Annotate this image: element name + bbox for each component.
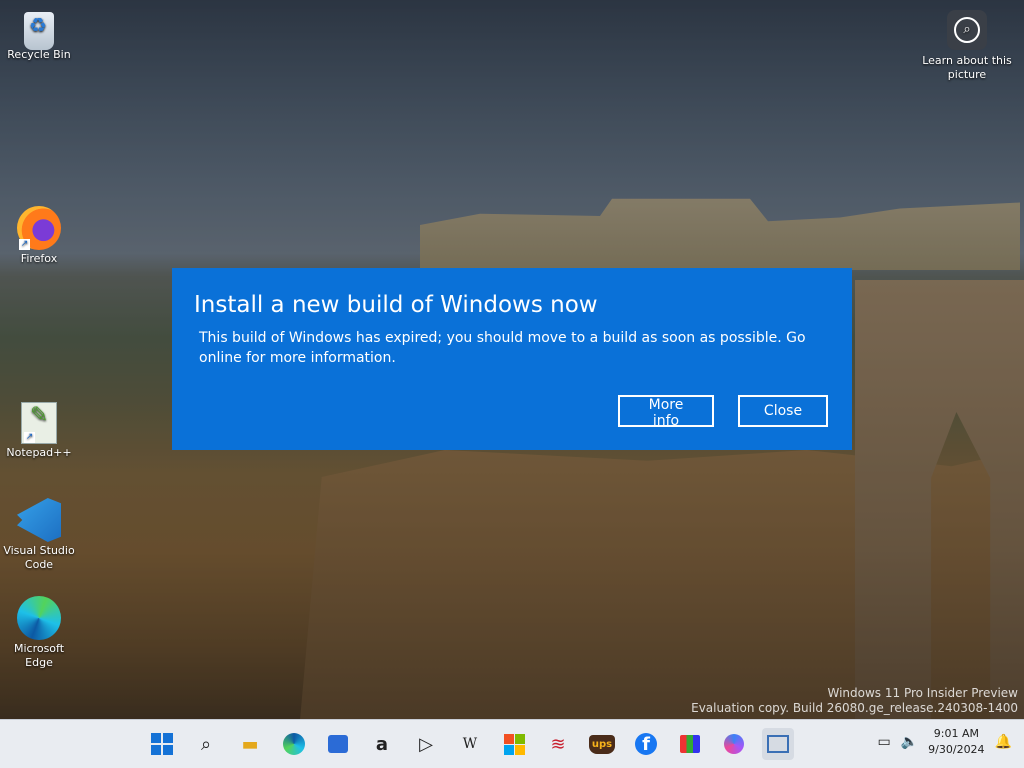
shortcut-arrow-icon: ↗ — [24, 432, 35, 443]
dialog-message: This build of Windows has expired; you s… — [199, 330, 806, 366]
copilot-icon[interactable] — [718, 728, 750, 760]
clock-time: 9:01 AM — [933, 727, 979, 740]
clock[interactable]: 9:01 AM 9/30/2024 — [928, 726, 984, 758]
ups-label: ups — [588, 734, 616, 754]
clock-date: 9/30/2024 — [928, 743, 985, 756]
notification-bell-icon[interactable]: 🔔 — [995, 734, 1012, 750]
evaluation-watermark: Windows 11 Pro Insider Preview Evaluatio… — [691, 686, 1018, 716]
task-view-icon[interactable] — [762, 728, 794, 760]
desktop-icon-firefox[interactable]: ↗ Firefox — [0, 206, 78, 266]
shortcut-arrow-icon: ↗ — [19, 239, 30, 250]
learn-about-picture-icon: ⌕ — [947, 10, 987, 50]
desktop-icon-edge[interactable]: Microsoft Edge — [0, 596, 78, 670]
desktop-icon-label: Firefox — [20, 252, 58, 265]
learn-about-picture[interactable]: ⌕ Learn about this picture — [922, 10, 1012, 82]
network-icon[interactable]: ▭ — [877, 734, 890, 750]
desktop-icon-notepad-plus-plus[interactable]: ↗ Notepad++ — [0, 402, 78, 460]
bank-icon[interactable]: ≋ — [542, 728, 574, 760]
facebook-icon[interactable]: f — [630, 728, 662, 760]
dialog-title: Install a new build of Windows now — [194, 292, 598, 318]
facebook-label: f — [635, 733, 657, 755]
ups-icon[interactable]: ups — [586, 728, 618, 760]
desktop-icon-label: Notepad++ — [6, 446, 72, 459]
recycle-bin-icon — [24, 12, 54, 50]
watermark-line-1: Windows 11 Pro Insider Preview — [827, 686, 1018, 700]
file-explorer-icon[interactable]: ▬ — [234, 728, 266, 760]
store-icon[interactable] — [322, 728, 354, 760]
taskbar: ⌕ ▬ a ▷ W ≋ ups f ▭ 🔈 9:01 AM 9/30/2024 … — [0, 719, 1024, 768]
system-tray: ▭ 🔈 9:01 AM 9/30/2024 🔔 — [877, 726, 1012, 758]
desktop-icon-recycle-bin[interactable]: Recycle Bin — [0, 8, 78, 62]
edge-icon — [17, 596, 61, 640]
taskbar-apps: ⌕ ▬ a ▷ W ≋ ups f — [146, 728, 794, 760]
microsoft-icon[interactable] — [498, 728, 530, 760]
volume-muted-icon[interactable]: 🔈 — [901, 734, 918, 750]
learn-about-picture-label: Learn about this picture — [922, 54, 1012, 81]
edge-icon[interactable] — [278, 728, 310, 760]
desktop-icon-label: Recycle Bin — [7, 48, 71, 61]
vscode-icon — [17, 498, 61, 542]
search-icon[interactable]: ⌕ — [190, 728, 222, 760]
close-button[interactable]: Close — [738, 395, 828, 427]
amazon-icon[interactable]: a — [366, 728, 398, 760]
build-expired-dialog: Install a new build of Windows now This … — [172, 268, 852, 450]
more-info-button[interactable]: More info — [618, 395, 714, 429]
windows-logo-icon — [151, 733, 173, 755]
desktop-icon-label: Microsoft Edge — [13, 642, 65, 669]
desktop-icon-vscode[interactable]: Visual Studio Code — [0, 498, 78, 572]
shopping-icon[interactable] — [674, 728, 706, 760]
media-icon[interactable]: ▷ — [410, 728, 442, 760]
start-button[interactable] — [146, 728, 178, 760]
dialog-button-row: More info Close — [618, 395, 828, 429]
wikipedia-icon[interactable]: W — [454, 728, 486, 760]
watermark-line-2: Evaluation copy. Build 26080.ge_release.… — [691, 701, 1018, 715]
notepad-plus-plus-icon: ↗ — [21, 402, 57, 444]
firefox-icon: ↗ — [17, 206, 61, 250]
desktop-icon-label: Visual Studio Code — [3, 544, 75, 571]
